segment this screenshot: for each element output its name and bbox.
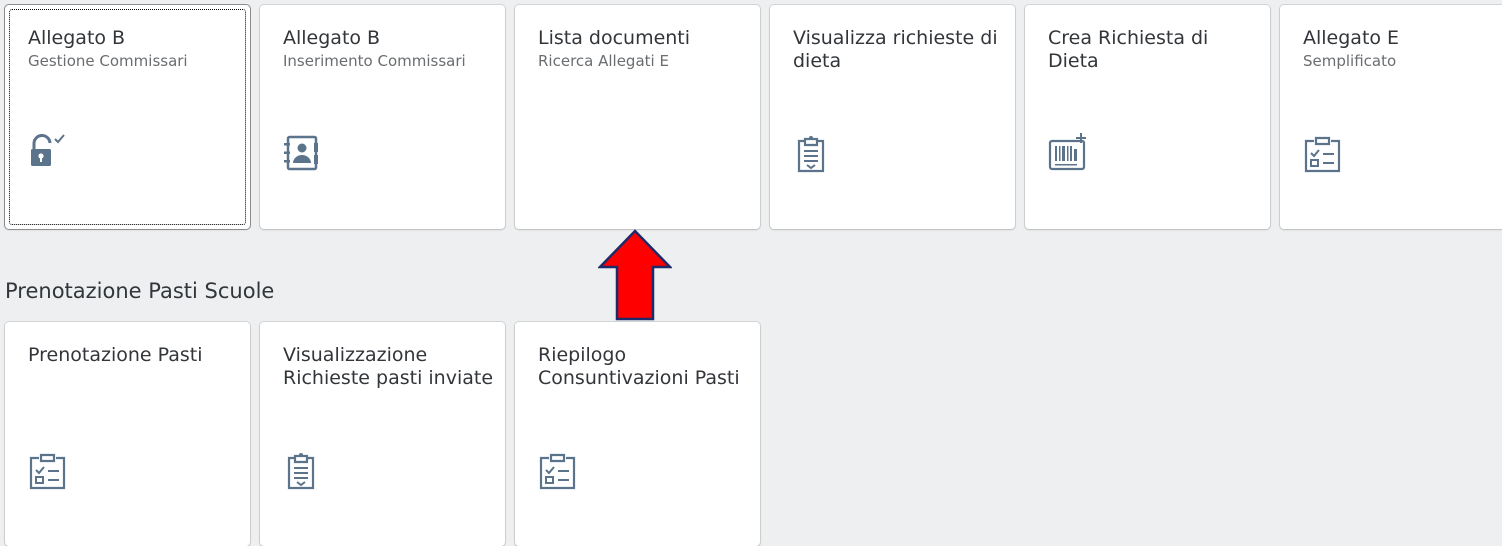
- tile-title: Allegato E: [1303, 27, 1400, 49]
- red-up-arrow-annotation: [598, 229, 672, 321]
- contacts-book-icon: [283, 133, 323, 173]
- tile-riepilogo-consuntivazioni-pasti[interactable]: Riepilogo Consuntivazioni Pasti: [515, 322, 760, 546]
- tile-crea-richiesta-dieta[interactable]: Crea Richiesta di Dieta: [1025, 5, 1270, 229]
- tile-subtitle: Semplificato: [1303, 52, 1397, 70]
- tile-title: Riepilogo Consuntivazioni Pasti: [538, 344, 740, 389]
- clipboard-list-icon: [283, 450, 323, 490]
- tile-visualizzazione-richieste-pasti[interactable]: Visualizzazione Richieste pasti inviate: [260, 322, 505, 546]
- clipboard-checklist-icon: [1303, 133, 1343, 173]
- tile-lista-documenti[interactable]: Lista documenti Ricerca Allegati E: [515, 5, 760, 229]
- clipboard-checklist-icon: [538, 450, 578, 490]
- tile-allegato-b-gestione-commissari[interactable]: Allegato B Gestione Commissari: [5, 5, 250, 229]
- tile-title: Visualizza richieste di dieta: [793, 27, 998, 72]
- tile-title: Crea Richiesta di Dieta: [1048, 27, 1209, 72]
- tile-visualizza-richieste-dieta[interactable]: Visualizza richieste di dieta: [770, 5, 1015, 229]
- barcode-add-icon: [1048, 133, 1088, 173]
- tile-subtitle: Gestione Commissari: [28, 52, 188, 70]
- tile-allegato-b-inserimento-commissari[interactable]: Allegato B Inserimento Commissari: [260, 5, 505, 229]
- clipboard-list-icon: [793, 133, 833, 173]
- tile-allegato-e-semplificato[interactable]: Allegato E Semplificato: [1280, 5, 1502, 229]
- tile-subtitle: Ricerca Allegati E: [538, 52, 669, 70]
- tile-title: Allegato B: [283, 27, 381, 49]
- group-title-prenotazione-pasti-scuole: Prenotazione Pasti Scuole: [5, 279, 275, 303]
- tile-title: Visualizzazione Richieste pasti inviate: [283, 344, 494, 389]
- tile-title: Allegato B: [28, 27, 126, 49]
- unlock-check-icon: [28, 133, 68, 173]
- tile-prenotazione-pasti[interactable]: Prenotazione Pasti: [5, 322, 250, 546]
- clipboard-checklist-icon: [28, 450, 68, 490]
- tile-subtitle: Inserimento Commissari: [283, 52, 466, 70]
- tile-title: Lista documenti: [538, 27, 691, 49]
- tile-title: Prenotazione Pasti: [28, 344, 203, 366]
